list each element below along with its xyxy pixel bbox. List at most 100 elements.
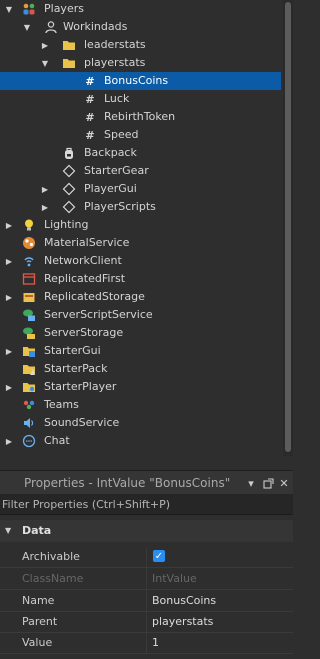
backpack-icon <box>62 146 76 160</box>
tree-label: RebirthToken <box>104 110 176 123</box>
property-row-parent: Parent playerstats <box>0 611 293 633</box>
expand-arrow-icon[interactable]: ▶ <box>40 198 50 216</box>
tree-label: MaterialService <box>44 236 130 249</box>
tree-label: ReplicatedFirst <box>44 272 126 285</box>
tree-item-bonuscoins[interactable]: # BonusCoins <box>0 72 281 90</box>
tree-item-serverstorage[interactable]: ServerStorage <box>0 324 281 342</box>
starter-gui-icon <box>22 344 36 358</box>
tree-item-starterpack[interactable]: StarterPack <box>0 360 281 378</box>
section-data[interactable]: ▼ Data <box>0 520 293 542</box>
intvalue-icon: # <box>85 128 95 142</box>
properties-title: Properties - IntValue "BonusCoins" <box>24 476 231 490</box>
user-icon <box>44 20 58 34</box>
intvalue-icon: # <box>85 92 95 106</box>
property-row-archivable: Archivable ✓ <box>0 546 293 568</box>
property-row-value: Value 1 <box>0 632 293 654</box>
tree-item-teams[interactable]: Teams <box>0 396 281 414</box>
filter-properties-input[interactable] <box>2 494 287 514</box>
archivable-checkbox[interactable]: ✓ <box>153 550 165 562</box>
explorer-scrollbar-thumb[interactable] <box>285 2 291 452</box>
property-name: Archivable <box>22 550 80 563</box>
material-service-icon <box>22 236 36 250</box>
tree-item-playerscripts[interactable]: ▶ PlayerScripts <box>0 198 281 216</box>
expand-arrow-icon[interactable]: ▶ <box>4 432 14 450</box>
tree-label: Backpack <box>84 146 137 159</box>
property-value: IntValue <box>152 572 197 585</box>
expand-arrow-icon[interactable]: ▶ <box>40 180 50 198</box>
tree-label: StarterPack <box>44 362 108 375</box>
tree-item-replicatedfirst[interactable]: ReplicatedFirst <box>0 270 281 288</box>
tree-label: Players <box>44 2 84 15</box>
expand-arrow-icon[interactable]: ▶ <box>4 378 14 396</box>
tree-label: SoundService <box>44 416 120 429</box>
collapse-arrow-icon[interactable]: ▼ <box>22 18 32 36</box>
expand-arrow-icon[interactable]: ▶ <box>40 36 50 54</box>
expand-arrow-icon[interactable]: ▶ <box>4 288 14 306</box>
dropdown-icon[interactable]: ▾ <box>245 476 257 490</box>
tree-item-lighting[interactable]: ▶ Lighting <box>0 216 281 234</box>
tree-item-leaderstats[interactable]: ▶ leaderstats <box>0 36 281 54</box>
tree-item-serverscriptservice[interactable]: ServerScriptService <box>0 306 281 324</box>
tree-item-players[interactable]: ▼ Players <box>0 0 281 18</box>
tree-label: ReplicatedStorage <box>44 290 145 303</box>
starter-player-icon <box>22 380 36 394</box>
tree-item-rebirthtoken[interactable]: # RebirthToken <box>0 108 281 126</box>
tree-label: StarterGear <box>84 164 149 177</box>
close-icon[interactable]: ✕ <box>278 476 290 490</box>
tree-item-playergui[interactable]: ▶ PlayerGui <box>0 180 281 198</box>
tree-label: Chat <box>44 434 70 447</box>
tree-label: PlayerScripts <box>84 200 156 213</box>
undock-icon[interactable] <box>262 476 274 490</box>
tree-label: Workindads <box>63 20 128 33</box>
filter-bar <box>0 494 293 515</box>
tree-item-speed[interactable]: # Speed <box>0 126 281 144</box>
expand-arrow-icon[interactable]: ▶ <box>4 342 14 360</box>
tree-item-backpack[interactable]: Backpack <box>0 144 281 162</box>
tree-item-startergear[interactable]: StarterGear <box>0 162 281 180</box>
property-name: ClassName <box>22 572 84 585</box>
tree-label: PlayerGui <box>84 182 137 195</box>
expand-arrow-icon[interactable]: ▶ <box>4 252 14 270</box>
tree-label: Lighting <box>44 218 89 231</box>
replicated-storage-icon <box>22 290 36 304</box>
players-icon <box>22 2 36 16</box>
replicated-first-icon <box>22 272 36 286</box>
value-field[interactable]: 1 <box>152 632 159 653</box>
tree-item-workindads[interactable]: ▼ Workindads <box>0 18 281 36</box>
tree-label: StarterGui <box>44 344 101 357</box>
diamond-icon <box>62 164 76 178</box>
tree-item-materialservice[interactable]: MaterialService <box>0 234 281 252</box>
starter-pack-icon <box>22 362 36 376</box>
properties-header: Properties - IntValue "BonusCoins" ▾ ✕ <box>0 470 293 495</box>
property-name: Name <box>22 594 55 607</box>
chat-bubble-icon <box>22 434 36 448</box>
name-value-field[interactable]: BonusCoins <box>152 590 216 611</box>
tree-item-networkclient[interactable]: ▶ NetworkClient <box>0 252 281 270</box>
folder-icon <box>62 38 76 52</box>
tree-item-starterplayer[interactable]: ▶ StarterPlayer <box>0 378 281 396</box>
tree-label: Luck <box>104 92 130 105</box>
server-storage-icon <box>22 326 36 340</box>
parent-value-field[interactable]: playerstats <box>152 611 213 632</box>
tree-item-soundservice[interactable]: SoundService <box>0 414 281 432</box>
expand-arrow-icon[interactable]: ▶ <box>4 216 14 234</box>
property-name: Parent <box>22 615 58 628</box>
lightbulb-icon <box>22 218 36 232</box>
tree-item-startergui[interactable]: ▶ StarterGui <box>0 342 281 360</box>
speaker-icon <box>22 416 36 430</box>
tree-label: playerstats <box>84 56 146 69</box>
section-label: Data <box>22 524 52 537</box>
property-name: Value <box>22 636 53 649</box>
network-client-icon <box>22 254 36 268</box>
tree-item-playerstats[interactable]: ▼ playerstats <box>0 54 281 72</box>
collapse-arrow-icon[interactable]: ▼ <box>40 54 50 72</box>
tree-label: NetworkClient <box>44 254 122 267</box>
teams-icon <box>22 398 36 412</box>
tree-label: Speed <box>104 128 139 141</box>
property-row-classname: ClassName IntValue <box>0 568 293 590</box>
collapse-arrow-icon[interactable]: ▼ <box>4 0 14 18</box>
collapse-arrow-icon[interactable]: ▼ <box>5 526 11 535</box>
tree-item-replicatedstorage[interactable]: ▶ ReplicatedStorage <box>0 288 281 306</box>
tree-item-luck[interactable]: # Luck <box>0 90 281 108</box>
tree-item-chat[interactable]: ▶ Chat <box>0 432 281 450</box>
